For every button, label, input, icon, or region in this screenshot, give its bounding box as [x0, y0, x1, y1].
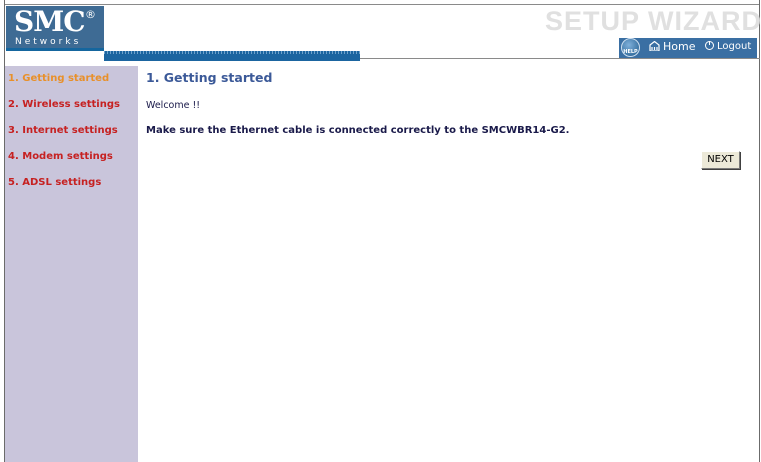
- header-bar-texture: [104, 51, 360, 54]
- sidebar-item-internet-settings[interactable]: 3. Internet settings: [8, 125, 118, 136]
- logo-registered-mark: ®: [85, 8, 96, 21]
- home-link[interactable]: Home: [649, 40, 695, 53]
- sidebar-item-modem-settings[interactable]: 4. Modem settings: [8, 151, 113, 162]
- sidebar-item-wireless-settings[interactable]: 2. Wireless settings: [8, 99, 120, 110]
- smc-logo: SMC ® Networks: [6, 6, 104, 50]
- logout-link[interactable]: Logout: [705, 41, 751, 52]
- page-heading: SETUP WIZARD: [545, 6, 761, 36]
- page-frame: SMC ® Networks SETUP WIZARD HELP Home Lo…: [0, 0, 761, 462]
- top-border: [4, 4, 760, 5]
- help-icon[interactable]: HELP: [621, 38, 640, 57]
- header-rule: [360, 58, 760, 59]
- right-border: [759, 0, 760, 462]
- logo-text: SMC: [14, 5, 85, 38]
- logo-subtitle: Networks: [15, 37, 82, 47]
- logo-stripe: [6, 48, 104, 51]
- top-nav: HELP Home Logout: [619, 38, 757, 58]
- sidebar-item-getting-started[interactable]: 1. Getting started: [8, 73, 109, 84]
- section-title: 1. Getting started: [146, 70, 273, 85]
- next-button[interactable]: NEXT: [701, 151, 740, 169]
- home-label: Home: [663, 40, 696, 53]
- logout-label: Logout: [717, 41, 752, 52]
- sidebar-item-adsl-settings[interactable]: 5. ADSL settings: [8, 177, 101, 188]
- welcome-text: Welcome !!: [146, 100, 201, 111]
- instruction-text: Make sure the Ethernet cable is connecte…: [146, 125, 570, 136]
- home-icon: [649, 41, 660, 51]
- sidebar: 1. Getting started 2. Wireless settings …: [5, 66, 138, 462]
- logout-icon: [705, 41, 714, 50]
